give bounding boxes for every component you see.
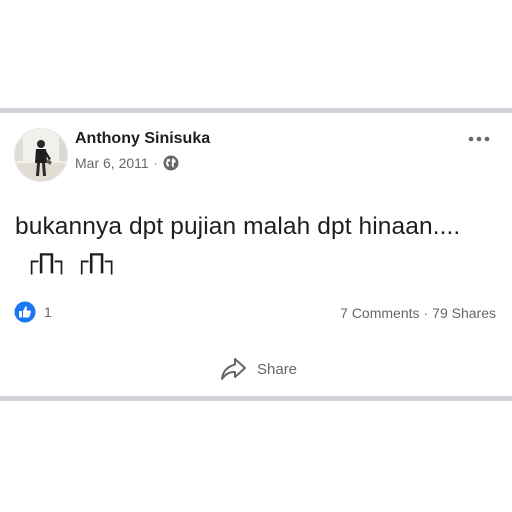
like-icon — [14, 301, 36, 323]
stats-separator: · — [423, 305, 429, 321]
share-button[interactable]: Share — [219, 356, 297, 382]
avatar[interactable] — [14, 128, 68, 182]
post-emoticon: ┌∏┐ ┌∏┐ — [25, 250, 119, 275]
post-meta: Mar 6, 2011 · — [75, 155, 179, 171]
author-name[interactable]: Anthony Sinisuka — [75, 130, 210, 148]
reactions-summary[interactable]: 1 — [14, 301, 52, 323]
more-options-icon[interactable] — [468, 131, 490, 142]
globe-icon — [163, 155, 179, 171]
bottom-divider — [0, 396, 512, 401]
meta-separator: · — [153, 156, 158, 170]
share-label: Share — [257, 360, 298, 378]
reaction-count: 1 — [44, 304, 52, 320]
comments-count[interactable]: 7 Comments — [340, 305, 419, 321]
post-text: bukannya dpt pujian malah dpt hinaan.... — [15, 213, 461, 240]
post-stats: 7 Comments · 79 Shares — [340, 305, 496, 321]
share-arrow-icon — [219, 356, 247, 382]
shares-count[interactable]: 79 Shares — [432, 305, 496, 321]
post-date[interactable]: Mar 6, 2011 — [75, 155, 149, 171]
post-card: Anthony Sinisuka Mar 6, 2011 · bukannya … — [0, 113, 512, 396]
